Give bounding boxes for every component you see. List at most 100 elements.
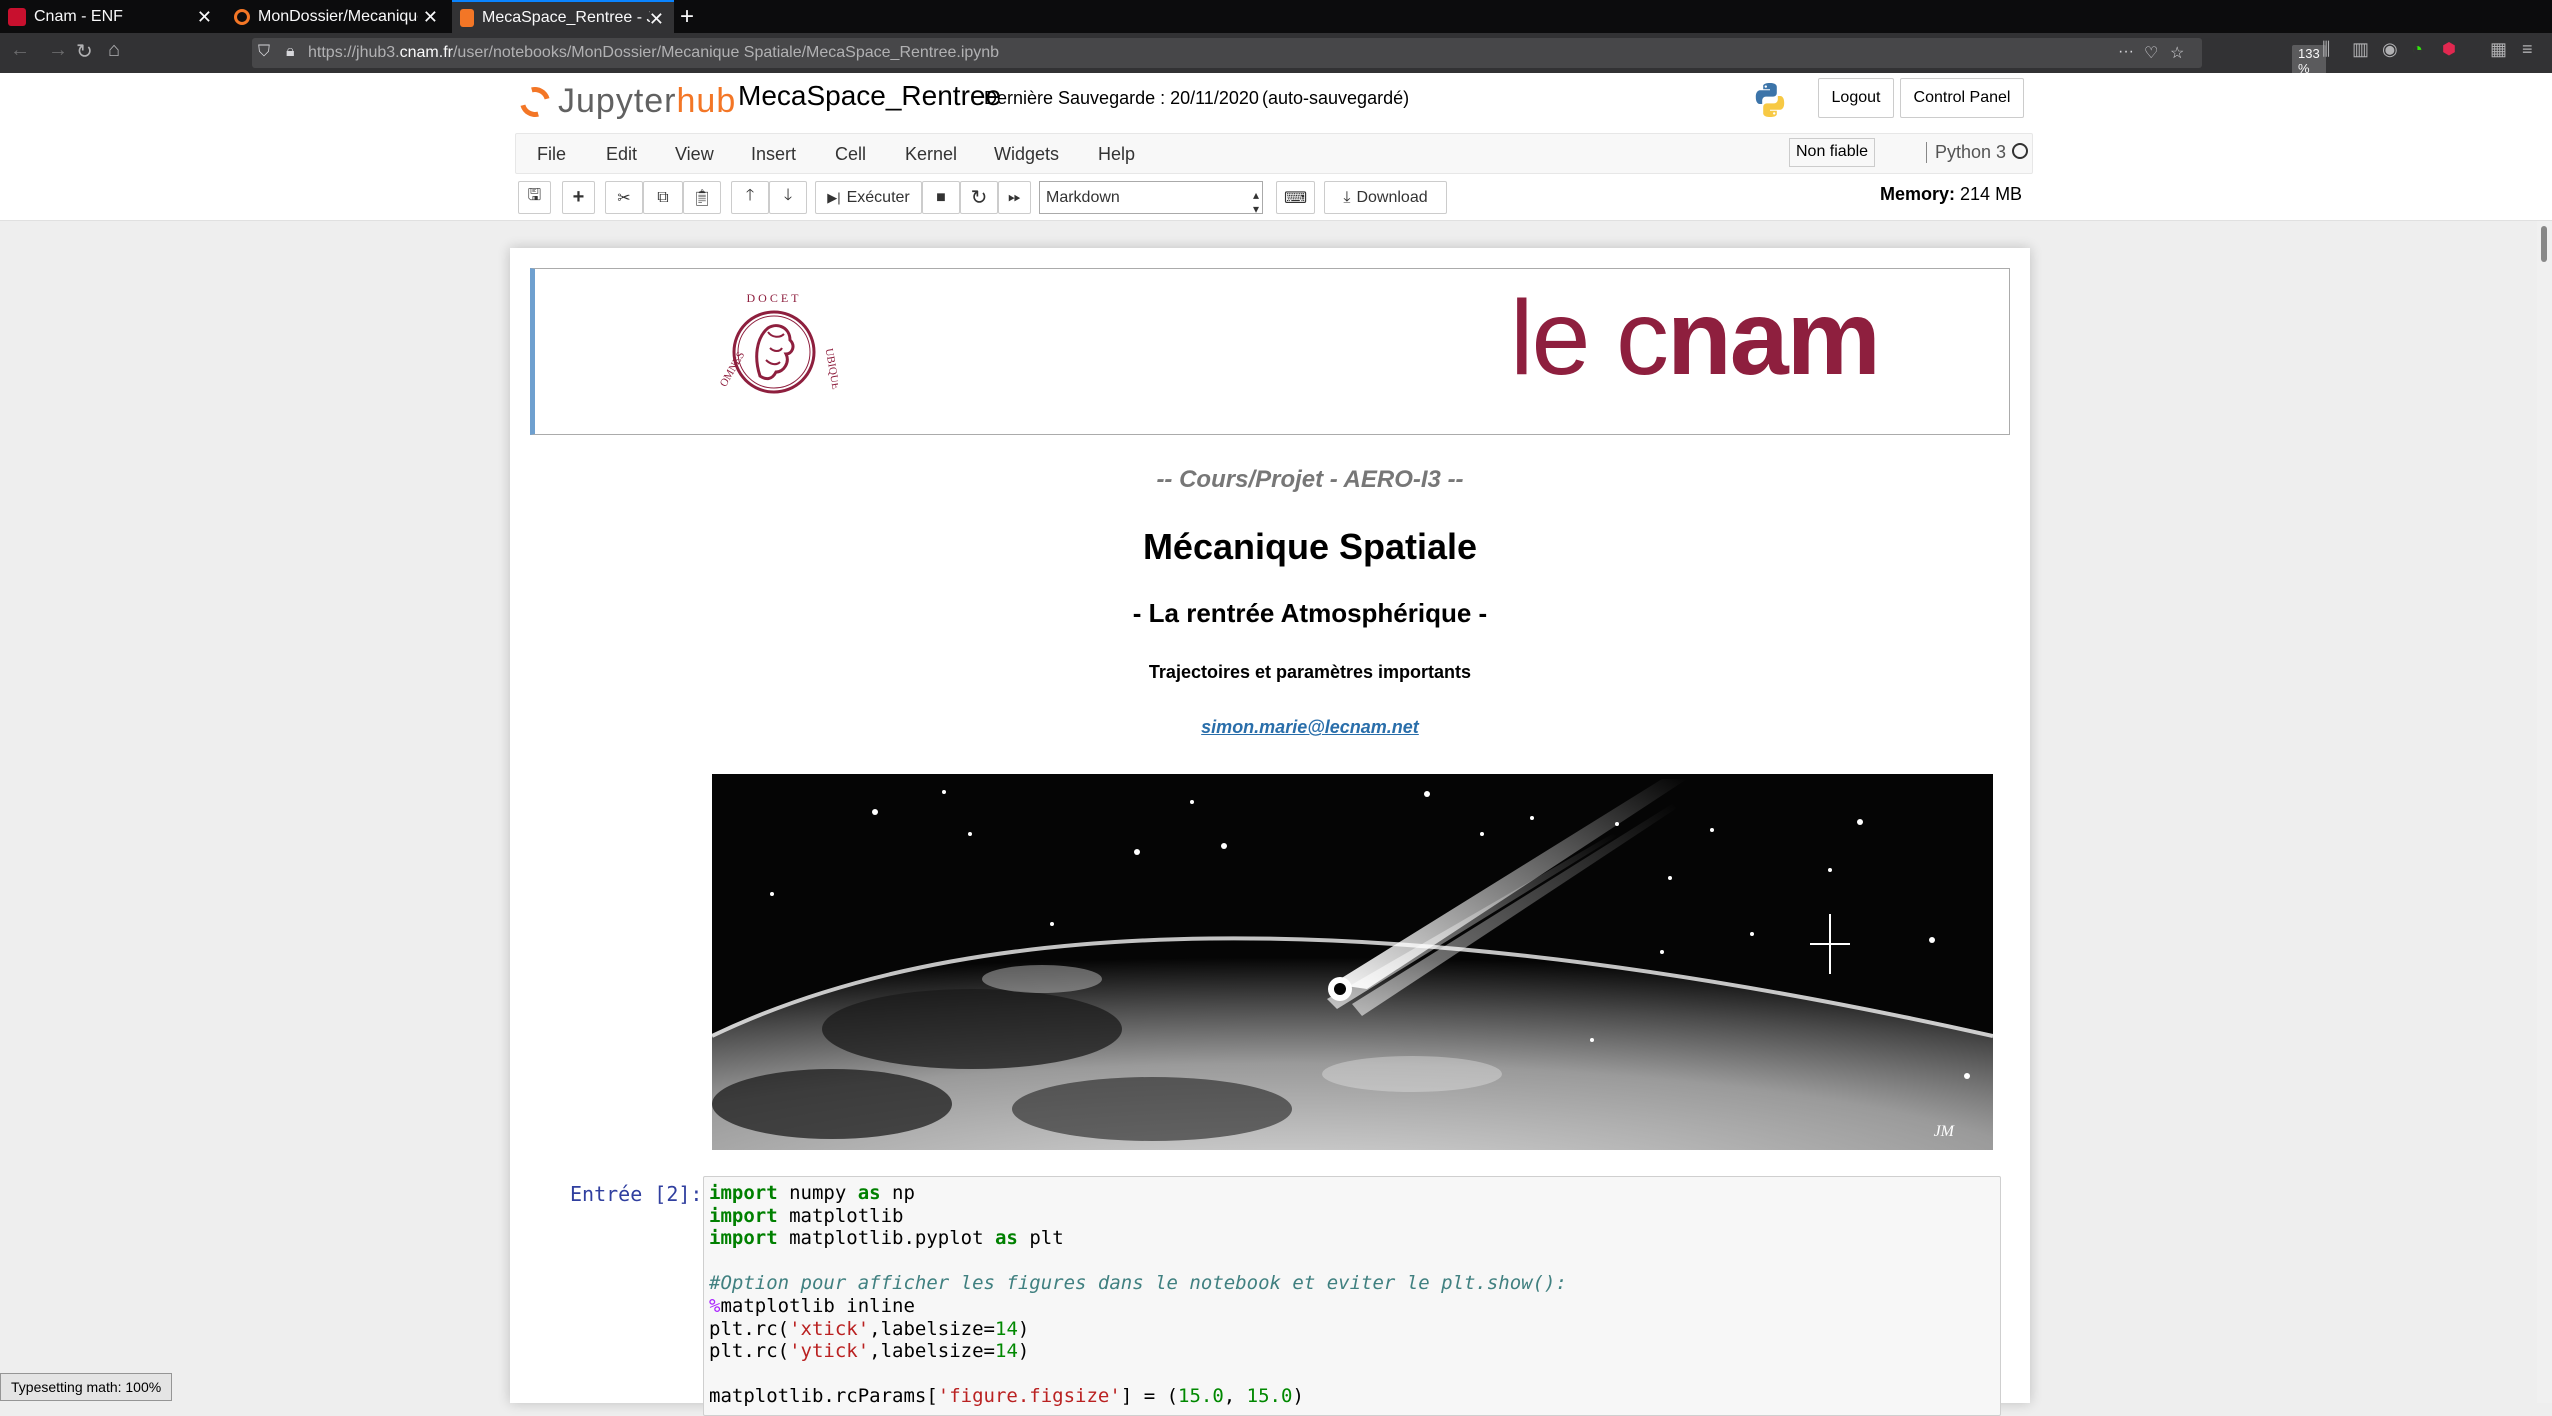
- browser-tab-mecaspace[interactable]: MecaSpace_Rentree - J ✕: [452, 0, 674, 33]
- download-button[interactable]: ⤓ Download: [1324, 181, 1447, 214]
- menu-kernel[interactable]: Kernel: [905, 144, 957, 165]
- control-panel-button[interactable]: Control Panel: [1900, 78, 2024, 118]
- menu-insert[interactable]: Insert: [751, 144, 796, 165]
- ublock-icon[interactable]: ⬢: [2442, 39, 2456, 59]
- memory-label: Memory:: [1880, 184, 1956, 204]
- brand-suffix: hub: [676, 82, 737, 120]
- scrollbar-thumb[interactable]: [2541, 226, 2547, 262]
- lock-icon[interactable]: 🔒︎: [286, 43, 295, 61]
- sidebar-icon[interactable]: ▥: [2352, 39, 2369, 60]
- cell-type-value: Markdown: [1046, 189, 1120, 206]
- restart-button[interactable]: ↻: [960, 181, 998, 214]
- insert-cell-button[interactable]: +: [562, 181, 595, 214]
- cut-button[interactable]: ✂: [605, 181, 643, 214]
- tab-title: MecaSpace_Rentree - J: [482, 8, 650, 26]
- cnam-favicon-icon: [8, 7, 26, 26]
- back-arrow-icon[interactable]: ←: [10, 39, 30, 62]
- menu-widgets[interactable]: Widgets: [994, 144, 1059, 165]
- memory-value: 214 MB: [1960, 184, 2023, 204]
- extensions-icon[interactable]: ▦: [2490, 39, 2507, 60]
- copy-button[interactable]: ⧉: [643, 181, 683, 214]
- download-icon: ⤓: [1343, 188, 1351, 206]
- select-arrow-icon: ▴ ▾: [1252, 188, 1259, 216]
- memory-usage: Memory: 214 MB: [1880, 184, 2022, 205]
- save-button[interactable]: 🖫: [518, 181, 551, 214]
- code-editor[interactable]: import numpy as np import matplotlib imp…: [709, 1182, 1567, 1408]
- mathjax-status: Typesetting math: 100%: [0, 1373, 173, 1401]
- reload-icon[interactable]: ↻: [76, 39, 93, 64]
- url-text[interactable]: https://jhub3.cnam.fr/user/notebooks/Mon…: [308, 44, 999, 62]
- sub-heading: Trajectoires et paramètres importants: [1148, 662, 1472, 682]
- account-icon[interactable]: ◉: [2382, 39, 2398, 60]
- paste-button[interactable]: 📋︎: [683, 181, 721, 214]
- fast-forward-icon: ⏩︎: [1008, 188, 1021, 206]
- paste-icon: 📋︎: [691, 189, 713, 207]
- restart-icon: ↻: [970, 187, 988, 209]
- new-tab-button[interactable]: +: [680, 3, 694, 31]
- cell-type-select[interactable]: Markdown ▴ ▾: [1039, 181, 1263, 216]
- kernel-idle-icon: [2012, 143, 2028, 159]
- svg-text:DOCET: DOCET: [747, 291, 802, 305]
- close-tab-icon[interactable]: ✕: [423, 7, 438, 28]
- shield-icon[interactable]: ⛉: [258, 43, 270, 61]
- library-icon[interactable]: ⫼: [2322, 39, 2330, 60]
- more-actions-icon[interactable]: ···: [2118, 43, 2134, 61]
- menu-cell[interactable]: Cell: [835, 144, 866, 165]
- scissors-icon: ✂: [617, 189, 631, 207]
- browser-nav-bar: ← → ↻ ⌂ ⛉ 🔒︎ https://jhub3.cnam.fr/user/…: [0, 33, 2552, 77]
- interrupt-button[interactable]: ■: [922, 181, 960, 214]
- page-title: Mécanique Spatiale: [1142, 526, 1478, 567]
- python-logo-icon: [1755, 83, 1785, 117]
- brand-prefix: Jupyter: [558, 82, 677, 120]
- trust-indicator[interactable]: Non fiable: [1789, 138, 1876, 167]
- atmospheric-reentry-image: JM: [712, 774, 1993, 1150]
- notebook-name[interactable]: MecaSpace_Rentree: [738, 80, 1001, 112]
- move-down-button[interactable]: 🡓: [769, 181, 807, 214]
- arrow-up-icon: 🡑: [745, 187, 755, 204]
- plus-icon: +: [572, 186, 585, 208]
- arrow-down-icon: 🡓: [783, 187, 793, 204]
- menu-view[interactable]: View: [675, 144, 714, 165]
- menu-hamburger-icon[interactable]: ≡: [2522, 39, 2533, 60]
- close-tab-icon[interactable]: ✕: [197, 7, 212, 28]
- logout-button[interactable]: Logout: [1818, 78, 1894, 118]
- move-up-button[interactable]: 🡑: [731, 181, 769, 214]
- page-scrollbar[interactable]: [2537, 221, 2552, 1403]
- jupyter-favicon-icon: [234, 8, 250, 25]
- course-subtitle: -- Cours/Projet - AERO-I3 --: [1156, 466, 1464, 493]
- home-icon[interactable]: ⌂: [108, 39, 120, 62]
- menu-edit[interactable]: Edit: [606, 144, 637, 165]
- save-icon: 🖫: [527, 187, 542, 204]
- author-email-link[interactable]: simon.marie@lecnam.net: [530, 717, 2090, 738]
- url-bar[interactable]: ⛉ 🔒︎ https://jhub3.cnam.fr/user/notebook…: [252, 38, 2326, 77]
- step-forward-icon: ▶︎|: [827, 189, 841, 205]
- close-tab-icon[interactable]: ✕: [649, 9, 664, 30]
- command-palette-button[interactable]: ⌨: [1276, 181, 1315, 214]
- tab-title: MonDossier/Mecanique: [258, 7, 418, 25]
- browser-tab-cnam-enf[interactable]: Cnam - ENF ✕: [0, 0, 222, 33]
- cell-input-prompt: Entrée [2]:: [570, 1182, 703, 1206]
- section-heading: - La rentrée Atmosphérique -: [1132, 598, 1488, 628]
- jupyter-ring-icon: [514, 81, 556, 122]
- run-button[interactable]: ▶︎| Exécuter: [815, 181, 922, 214]
- browser-tab-mondossier[interactable]: MonDossier/Mecanique ✕: [226, 0, 448, 33]
- logo-bold-part: nam: [1666, 279, 1881, 397]
- jupyter-favicon-icon: [460, 8, 474, 27]
- forward-arrow-icon[interactable]: →: [48, 39, 68, 62]
- logo-thin-part: le c: [1510, 279, 1669, 397]
- run-label: Exécuter: [846, 188, 910, 206]
- copy-icon: ⧉: [657, 188, 669, 206]
- download-label: Download: [1356, 188, 1428, 206]
- restart-run-all-button[interactable]: ⏩︎: [998, 181, 1031, 214]
- menu-help[interactable]: Help: [1098, 144, 1135, 165]
- extension-icon[interactable]: ◔: [2412, 39, 2423, 60]
- bookmark-star-icon[interactable]: ☆: [2170, 43, 2184, 63]
- last-save: Dernière Sauvegarde : 20/11/2020: [984, 88, 1259, 108]
- menu-file[interactable]: File: [537, 144, 566, 165]
- pocket-icon[interactable]: ♡: [2144, 43, 2158, 63]
- reentry-illustration: JM: [712, 774, 1993, 1150]
- kernel-name[interactable]: Python 3: [1926, 142, 2006, 163]
- jupyterhub-logo[interactable]: Jupyterhub: [514, 81, 737, 122]
- cnam-seal-logo: DOCET OMNES UBIQUE: [718, 291, 838, 394]
- tab-title: Cnam - ENF: [34, 7, 123, 25]
